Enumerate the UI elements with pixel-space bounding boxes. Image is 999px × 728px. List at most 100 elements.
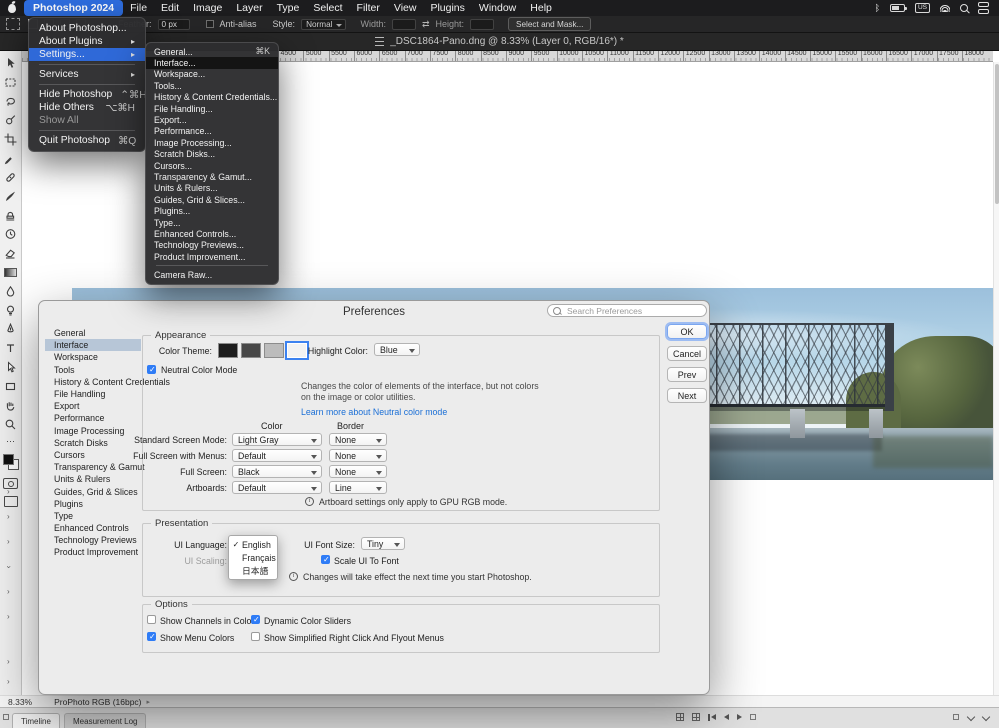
vertical-scrollbar-thumb[interactable]	[995, 64, 999, 204]
menu-layer[interactable]: Layer	[229, 0, 269, 16]
sidebar-item-tools[interactable]: Tools	[45, 364, 141, 376]
battery-icon[interactable]	[889, 4, 907, 12]
wifi-icon[interactable]	[940, 4, 950, 12]
grid-view-icon[interactable]	[676, 713, 684, 721]
collapsed-panel-chevron[interactable]: ›	[7, 613, 10, 621]
quick-selection-tool-button[interactable]	[1, 111, 21, 130]
prev-button[interactable]: Prev	[667, 367, 707, 382]
menu-select[interactable]: Select	[306, 0, 349, 16]
menu-item-settings[interactable]: Settings... ▸	[29, 48, 145, 61]
learn-more-link[interactable]: Learn more about Neutral color mode	[301, 407, 447, 417]
height-input[interactable]	[470, 18, 495, 30]
color-theme-swatch-darkest[interactable]	[218, 343, 238, 358]
full-screen-menus-color-select[interactable]: Default	[232, 449, 322, 462]
menu-item-type[interactable]: Type...	[146, 217, 278, 228]
status-menu-arrow-icon[interactable]: ▸	[147, 698, 151, 706]
color-theme-swatch-light[interactable]	[264, 343, 284, 358]
full-screen-border-select[interactable]: None	[329, 465, 387, 478]
menu-help[interactable]: Help	[523, 0, 559, 16]
menu-item-file-handling[interactable]: File Handling...	[146, 103, 278, 114]
cancel-button[interactable]: Cancel	[667, 346, 707, 361]
collapsed-panel-chevron[interactable]: ›	[7, 513, 10, 521]
menu-item-enhanced-controls[interactable]: Enhanced Controls...	[146, 228, 278, 239]
menu-item-general[interactable]: General... ⌘K	[146, 46, 278, 57]
menu-item-tools[interactable]: Tools...	[146, 80, 278, 91]
menu-item-quit-photoshop[interactable]: Quit Photoshop ⌘Q	[29, 134, 145, 147]
highlight-color-select[interactable]: Blue	[374, 343, 420, 356]
menu-window[interactable]: Window	[472, 0, 523, 16]
brush-tool-button[interactable]	[1, 187, 21, 206]
dodge-tool-button[interactable]	[1, 301, 21, 320]
crop-tool-button[interactable]	[1, 130, 21, 149]
apple-menu[interactable]	[0, 0, 24, 16]
menu-image[interactable]: Image	[186, 0, 229, 16]
menu-item-transparency-gamut[interactable]: Transparency & Gamut...	[146, 171, 278, 182]
menu-filter[interactable]: Filter	[350, 0, 387, 16]
show-menu-colors-checkbox[interactable]	[147, 632, 156, 641]
sidebar-item-cursors[interactable]: Cursors	[45, 449, 141, 461]
foreground-color-swatch[interactable]	[2, 454, 14, 465]
control-center-icon[interactable]	[978, 2, 989, 14]
sidebar-item-export[interactable]: Export	[45, 400, 141, 412]
first-frame-icon[interactable]	[708, 713, 716, 721]
sidebar-item-history-content-credentials[interactable]: History & Content Credentials	[45, 376, 170, 388]
menu-item-camera-raw[interactable]: Camera Raw...	[146, 269, 278, 280]
list-view-icon[interactable]	[692, 713, 700, 721]
history-brush-tool-button[interactable]	[1, 225, 21, 244]
sidebar-item-product-improvement[interactable]: Product Improvement	[45, 546, 141, 558]
menu-view[interactable]: View	[387, 0, 424, 16]
menu-item-history-content-credentials[interactable]: History & Content Credentials...	[146, 92, 278, 103]
feather-input[interactable]: 0 px	[157, 18, 190, 30]
full-screen-color-select[interactable]: Black	[232, 465, 322, 478]
path-selection-tool-button[interactable]	[1, 358, 21, 377]
menu-item-performance[interactable]: Performance...	[146, 126, 278, 137]
neutral-color-mode-checkbox[interactable]	[147, 365, 156, 374]
clone-stamp-tool-button[interactable]	[1, 206, 21, 225]
eyedropper-tool-button[interactable]	[1, 149, 21, 168]
swap-width-height-icon[interactable]: ⇄	[422, 19, 430, 30]
lasso-tool-button[interactable]	[1, 92, 21, 111]
keyboard-layout-badge[interactable]: US	[914, 3, 930, 13]
dynamic-color-sliders-checkbox[interactable]	[251, 615, 260, 624]
menu-item-export[interactable]: Export...	[146, 114, 278, 125]
menu-item-interface[interactable]: Interface...	[146, 57, 278, 69]
color-theme-swatch-dark[interactable]	[241, 343, 261, 358]
sidebar-item-plugins[interactable]: Plugins	[45, 498, 141, 510]
active-tool-icon[interactable]	[6, 18, 20, 30]
standard-screen-mode-color-select[interactable]: Light Gray	[232, 433, 322, 446]
panel-options-icon[interactable]	[953, 714, 959, 720]
menu-item-image-processing[interactable]: Image Processing...	[146, 137, 278, 148]
sidebar-item-transparency-gamut[interactable]: Transparency & Gamut	[45, 461, 145, 473]
simplified-right-click-checkbox[interactable]	[251, 632, 260, 641]
artboards-color-select[interactable]: Default	[232, 481, 322, 494]
zoom-tool-button[interactable]	[1, 415, 21, 434]
standard-screen-mode-border-select[interactable]: None	[329, 433, 387, 446]
search-preferences-input[interactable]	[565, 304, 701, 317]
show-channels-in-color-checkbox[interactable]	[147, 615, 156, 624]
foreground-background-swatches[interactable]	[2, 454, 19, 470]
menu-item-about-plugins[interactable]: About Plugins ▸	[29, 35, 145, 48]
sidebar-item-general[interactable]: General	[45, 327, 141, 339]
sidebar-item-file-handling[interactable]: File Handling	[45, 388, 141, 400]
type-tool-button[interactable]	[1, 339, 21, 358]
sidebar-item-type[interactable]: Type	[45, 510, 141, 522]
menu-item-plugins[interactable]: Plugins...	[146, 205, 278, 216]
collapsed-panel-chevron[interactable]: ›	[7, 678, 10, 686]
collapsed-panel-chevron[interactable]: ›	[7, 488, 10, 496]
menu-item-technology-previews[interactable]: Technology Previews...	[146, 240, 278, 251]
menu-item-hide-photoshop[interactable]: Hide Photoshop ⌃⌘H	[29, 88, 145, 101]
move-tool-button[interactable]	[1, 54, 21, 73]
menu-item-hide-others[interactable]: Hide Others ⌥⌘H	[29, 101, 145, 114]
stop-icon[interactable]	[749, 714, 756, 720]
menu-item-units-rulers[interactable]: Units & Rulers...	[146, 183, 278, 194]
menu-file[interactable]: File	[123, 0, 154, 16]
sidebar-item-workspace[interactable]: Workspace	[45, 351, 141, 363]
menu-item-cursors[interactable]: Cursors...	[146, 160, 278, 171]
scale-ui-to-font-checkbox[interactable]	[321, 555, 330, 564]
language-option-japanese[interactable]: 日本語	[229, 564, 277, 577]
sidebar-item-guides-grid-slices[interactable]: Guides, Grid & Slices	[45, 485, 141, 497]
menu-item-scratch-disks[interactable]: Scratch Disks...	[146, 149, 278, 160]
quick-mask-button[interactable]	[3, 478, 18, 489]
menu-edit[interactable]: Edit	[154, 0, 186, 16]
sidebar-item-image-processing[interactable]: Image Processing	[45, 425, 141, 437]
